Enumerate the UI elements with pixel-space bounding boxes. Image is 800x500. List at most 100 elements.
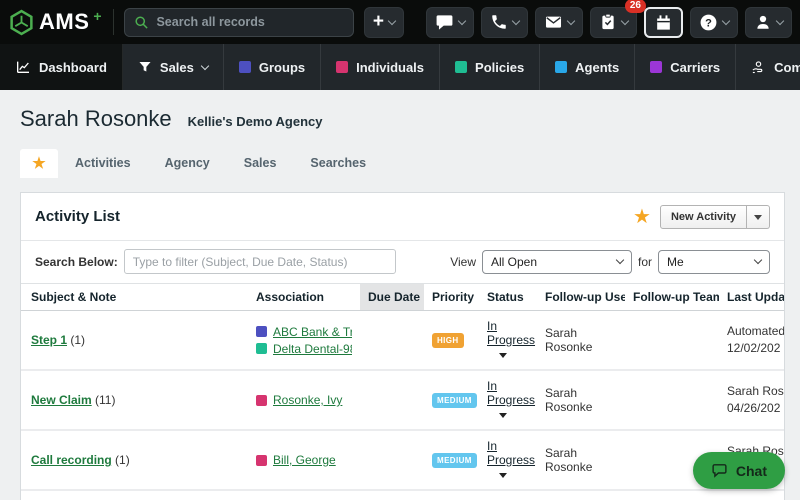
activity-filter-input[interactable] <box>123 249 396 274</box>
view-select[interactable]: All Open <box>481 249 632 274</box>
messages-button[interactable] <box>426 6 474 38</box>
help-button[interactable]: ? <box>690 6 738 38</box>
email-button[interactable] <box>535 6 583 38</box>
subject-link[interactable]: Call recording <box>31 453 112 467</box>
person-icon <box>757 15 769 29</box>
tasks-button[interactable]: 26 <box>590 0 646 38</box>
status-dropdown[interactable]: In Progress <box>487 319 535 347</box>
clipboard-check-icon <box>602 13 614 30</box>
status-dropdown[interactable]: In Progress <box>487 379 535 407</box>
chat-label: Chat <box>735 462 767 479</box>
svg-text:?: ? <box>705 17 712 29</box>
for-label: for <box>637 254 652 269</box>
chat-launcher-button[interactable]: Chat <box>692 452 785 489</box>
global-search[interactable] <box>124 7 354 37</box>
col-status[interactable]: Status <box>479 283 537 311</box>
favorite-star-icon[interactable]: ★ <box>633 204 651 229</box>
question-mark-icon: ? <box>700 14 717 30</box>
user-menu-button[interactable] <box>745 6 792 38</box>
followup-user-cell: Sarah Rosonke <box>537 490 625 500</box>
nav-label: Sales <box>159 59 194 75</box>
nav-item-policies[interactable]: Policies <box>440 44 541 90</box>
logo-hexagon-icon <box>10 9 33 35</box>
phone-button[interactable] <box>481 6 528 38</box>
nav-label: Dashboard <box>39 59 107 75</box>
subject-link[interactable]: New Claim <box>31 393 92 407</box>
calendar-button[interactable] <box>644 6 683 38</box>
group-color-square <box>256 326 267 337</box>
view-label: View <box>450 254 476 269</box>
priority-badge: HIGH <box>432 333 464 348</box>
for-select[interactable]: Me <box>658 249 770 274</box>
panel-title: Activity List <box>35 208 121 225</box>
star-icon: ★ <box>32 155 46 172</box>
col-last-update[interactable]: Last Update <box>719 283 784 311</box>
commission-icon <box>752 60 763 73</box>
chat-bubble-outline-icon <box>712 464 727 478</box>
col-priority[interactable]: Priority <box>424 283 479 311</box>
nav-item-sales[interactable]: Sales <box>123 44 224 90</box>
nav-label: Carriers <box>670 59 721 75</box>
association-link[interactable]: ABC Bank & Trust <box>273 325 352 339</box>
caret-down-icon <box>499 473 507 478</box>
search-icon <box>135 15 149 29</box>
followup-user-cell: Sarah Rosonke <box>537 370 625 431</box>
nav-item-dashboard[interactable]: Dashboard <box>0 44 123 90</box>
last-update-date: 12/02/202 <box>727 341 781 355</box>
table-row: New Claim (11) Rosonke, Ivy MEDIUM In Pr… <box>21 370 784 431</box>
nav-label: Policies <box>475 59 525 75</box>
col-due-date[interactable]: Due Date <box>360 283 424 311</box>
last-update-by: Automated <box>727 323 784 338</box>
activity-table: Subject & Note Association Due Date Prio… <box>21 283 784 500</box>
nav-item-groups[interactable]: Groups <box>224 44 322 90</box>
followup-team-cell <box>625 310 719 371</box>
nav-label: Groups <box>258 59 306 75</box>
tab-sales[interactable]: Sales <box>227 148 294 178</box>
chevron-down-icon <box>200 61 210 71</box>
nav-item-commission[interactable]: Commission <box>736 44 800 90</box>
chevron-down-icon <box>721 16 731 25</box>
nav-item-agents[interactable]: Agents <box>540 44 636 90</box>
nav-item-carriers[interactable]: Carriers <box>635 44 737 90</box>
followup-user-cell: Sarah Rosonke <box>537 310 625 371</box>
chevron-down-icon <box>387 16 397 25</box>
calendar-icon <box>657 14 670 30</box>
nav-label: Commission <box>774 59 800 75</box>
col-subject[interactable]: Subject & Note <box>21 283 248 311</box>
carriers-color-square <box>650 61 663 73</box>
view-select-value: All Open <box>490 254 538 269</box>
chevron-down-icon <box>775 16 785 25</box>
search-input[interactable] <box>156 15 344 29</box>
col-followup-user[interactable]: Follow-up User <box>537 283 625 311</box>
dashboard-icon <box>17 61 29 73</box>
activity-table-container: Subject & Note Association Due Date Prio… <box>21 283 784 500</box>
page-subtitle: Kellie's Demo Agency <box>187 114 323 129</box>
col-followup-team[interactable]: Follow-up Team <box>625 283 719 311</box>
add-record-button[interactable]: + <box>363 6 404 38</box>
due-date-cell <box>360 370 424 431</box>
status-dropdown[interactable]: In Progress <box>487 439 535 467</box>
tab-activities[interactable]: Activities <box>58 148 148 178</box>
new-activity-dropdown-button[interactable] <box>747 204 770 229</box>
tab-searches[interactable]: Searches <box>293 148 383 178</box>
caret-down-icon <box>499 353 507 358</box>
activity-count: (11) <box>95 393 116 407</box>
tab-favorites[interactable]: ★ <box>20 149 58 178</box>
association-link[interactable]: Rosonke, Ivy <box>273 393 342 407</box>
association-link[interactable]: Delta Dental-98975... <box>273 342 352 356</box>
followup-user-cell: Sarah Rosonke <box>537 430 625 491</box>
activity-list-panel: Activity List ★ New Activity Search Belo… <box>20 192 785 500</box>
nav-item-individuals[interactable]: Individuals <box>321 44 441 90</box>
due-date-cell <box>360 430 424 491</box>
logo-text: AMS <box>39 9 90 34</box>
policies-color-square <box>455 61 468 73</box>
caret-down-icon <box>754 214 762 220</box>
col-association[interactable]: Association <box>248 283 360 311</box>
app-logo[interactable]: AMS + <box>8 8 102 36</box>
followup-team-cell <box>625 490 719 500</box>
new-activity-button[interactable]: New Activity <box>659 204 747 229</box>
agents-color-square <box>555 61 568 73</box>
subject-link[interactable]: Step 1 <box>31 333 67 347</box>
tab-agency[interactable]: Agency <box>148 148 227 178</box>
association-link[interactable]: Bill, George <box>273 453 336 467</box>
